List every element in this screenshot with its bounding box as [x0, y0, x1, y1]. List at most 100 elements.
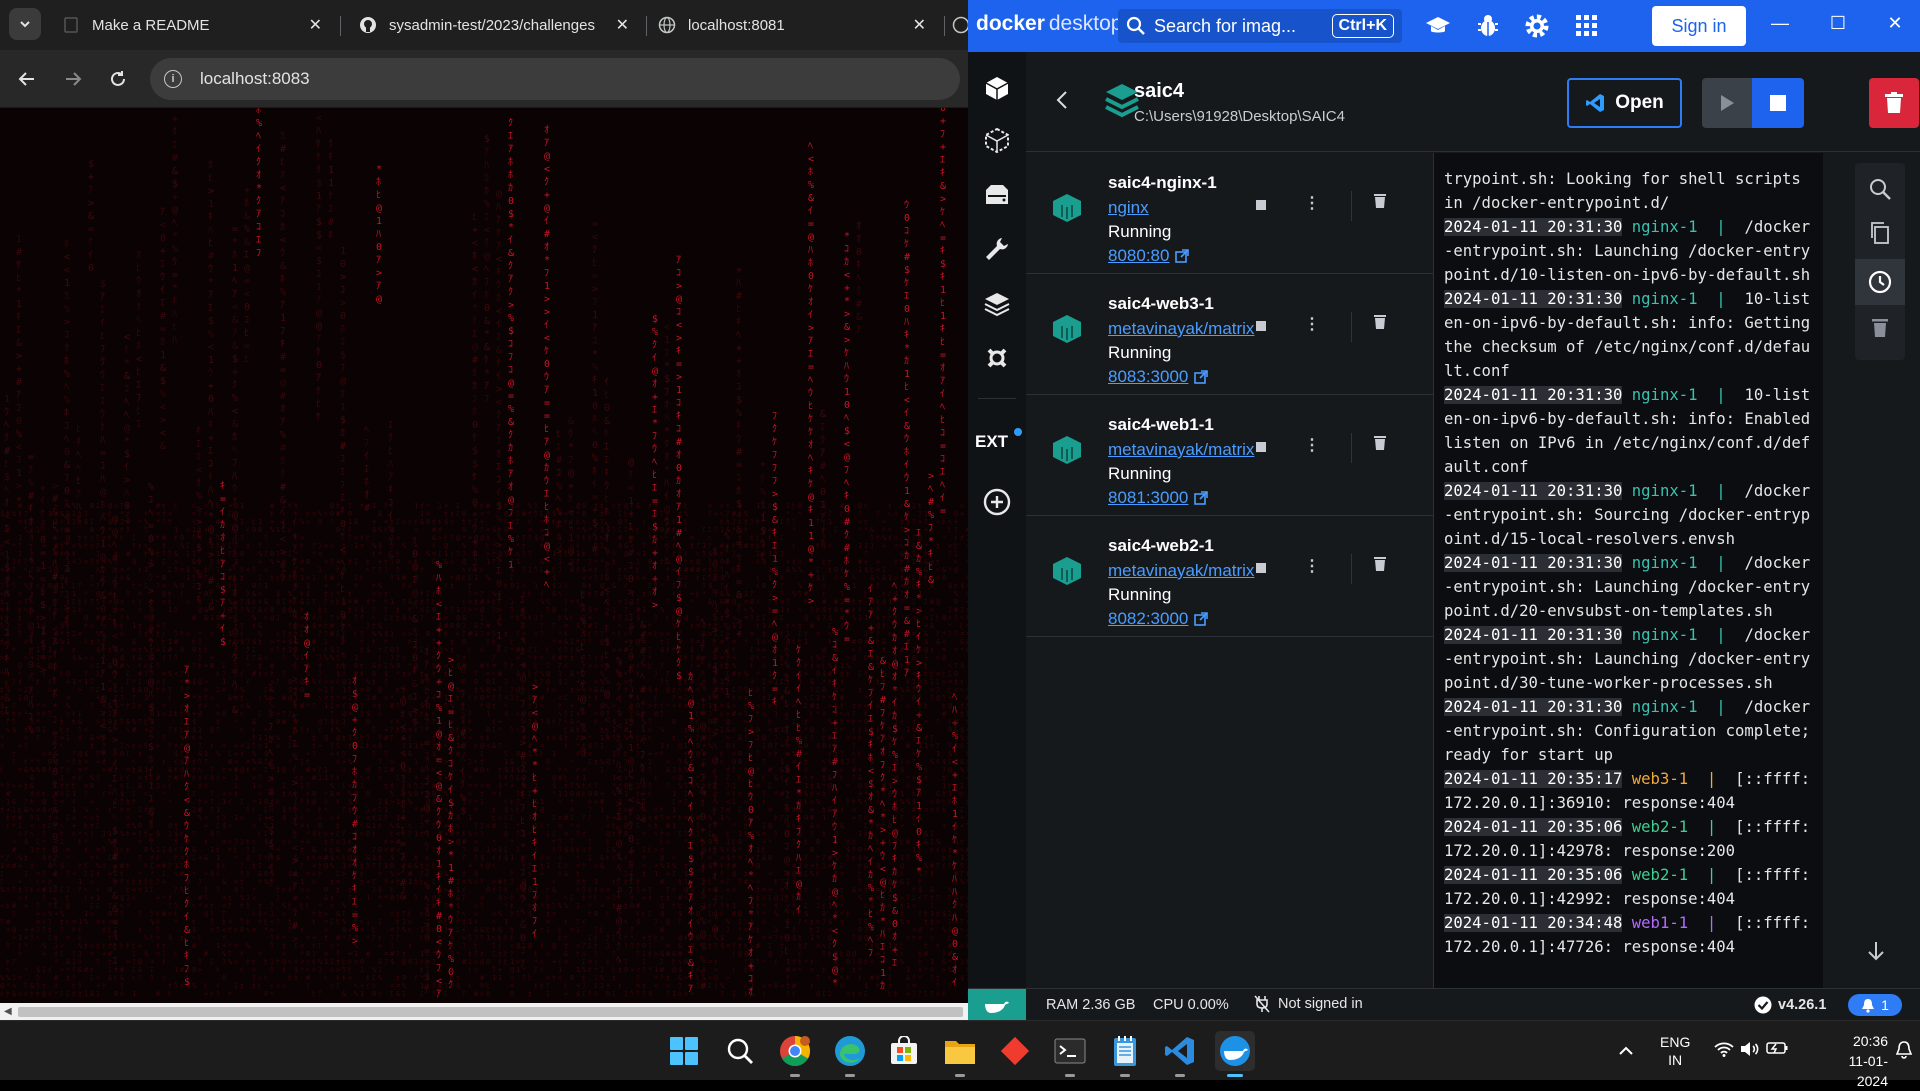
- matrix-glyph: ﾍ: [408, 518, 412, 526]
- matrix-glyph: ﾌ: [396, 950, 400, 958]
- matrix-glyph: ﾍ: [76, 450, 81, 461]
- matrix-glyph: <: [204, 502, 208, 510]
- matrix-glyph: 0: [48, 758, 52, 766]
- matrix-glyph: 0: [456, 622, 460, 630]
- matrix-glyph: ｴ: [540, 510, 544, 518]
- matrix-glyph: ｸ: [198, 958, 202, 966]
- matrix-glyph: 0: [462, 510, 466, 518]
- matrix-glyph: ｱ: [240, 598, 244, 606]
- matrix-glyph: ｲ: [186, 782, 190, 790]
- matrix-glyph: ｺ: [390, 630, 394, 638]
- matrix-glyph: +: [444, 502, 448, 510]
- matrix-glyph: ｸ: [222, 558, 226, 566]
- matrix-glyph: ｱ: [114, 694, 118, 702]
- matrix-glyph: ｸ: [246, 870, 250, 878]
- matrix-glyph: >: [330, 678, 334, 686]
- matrix-glyph: ｶ: [342, 734, 346, 742]
- matrix-glyph: ｺ: [96, 990, 100, 998]
- matrix-glyph: 0: [90, 782, 94, 790]
- matrix-glyph: ｲ: [258, 694, 262, 702]
- matrix-glyph: ﾋ: [808, 400, 813, 412]
- matrix-glyph: ｶ: [522, 750, 526, 758]
- tab-close-button[interactable]: ✕: [913, 15, 926, 35]
- matrix-glyph: ｷ: [288, 502, 292, 510]
- matrix-glyph: $: [664, 374, 670, 385]
- matrix-glyph: 1: [516, 558, 520, 566]
- matrix-glyph: 1: [486, 558, 490, 566]
- tab-search-button[interactable]: [9, 8, 41, 40]
- matrix-glyph: ｶ: [402, 686, 406, 694]
- matrix-glyph: ﾋ: [198, 934, 202, 942]
- matrix-glyph: ｱ: [90, 598, 94, 606]
- matrix-glyph: +: [522, 638, 526, 646]
- matrix-glyph: ｶ: [354, 782, 358, 790]
- matrix-glyph: ﾊ: [204, 510, 208, 518]
- matrix-glyph: ｱ: [528, 646, 532, 654]
- matrix-glyph: ｴ: [472, 329, 477, 340]
- matrix-glyph: ｹ: [156, 550, 160, 558]
- matrix-glyph: ｶ: [288, 630, 292, 638]
- matrix-glyph: ﾌ: [186, 790, 190, 798]
- site-info-icon[interactable]: i: [164, 70, 182, 88]
- matrix-glyph: $: [390, 854, 394, 862]
- forward-button[interactable]: [58, 64, 88, 94]
- matrix-glyph: ﾊ: [18, 830, 22, 838]
- tab-close-button[interactable]: ✕: [616, 15, 629, 35]
- matrix-glyph: ｹ: [378, 894, 382, 902]
- matrix-glyph: 1: [544, 281, 550, 292]
- matrix-glyph: ｱ: [444, 606, 448, 614]
- matrix-glyph: ｸ: [384, 878, 388, 886]
- tab-localhost-8081[interactable]: localhost:8081 ✕: [648, 6, 936, 44]
- tab-github[interactable]: sysadmin-test/2023/challenges ✕: [349, 6, 639, 44]
- matrix-glyph: ｳ: [162, 622, 166, 630]
- matrix-glyph: ｹ: [48, 654, 52, 662]
- matrix-glyph: ｴ: [264, 766, 268, 774]
- matrix-glyph: ｳ: [12, 886, 16, 894]
- reload-button[interactable]: [103, 64, 133, 94]
- matrix-glyph: ｹ: [228, 638, 232, 646]
- matrix-glyph: >: [90, 942, 94, 950]
- matrix-glyph: ｷ: [510, 934, 514, 942]
- matrix-glyph: ｸ: [324, 598, 328, 606]
- matrix-glyph: $: [288, 686, 292, 694]
- matrix-glyph: >: [90, 910, 94, 918]
- matrix-glyph: ﾌ: [60, 926, 64, 934]
- matrix-glyph: 0: [90, 502, 94, 510]
- matrix-glyph: ﾊ: [480, 990, 484, 998]
- matrix-glyph: ｱ: [138, 854, 142, 862]
- matrix-glyph: >: [52, 481, 58, 492]
- matrix-glyph: 0: [462, 638, 466, 646]
- matrix-glyph: ｷ: [498, 854, 502, 862]
- matrix-glyph: ﾎ: [438, 630, 442, 638]
- matrix-glyph: ｳ: [616, 681, 621, 693]
- matrix-glyph: ｺ: [150, 686, 154, 694]
- matrix-glyph: =: [844, 634, 850, 645]
- address-bar[interactable]: i localhost:8083: [150, 58, 960, 100]
- matrix-glyph: $: [330, 854, 334, 862]
- matrix-glyph: ｸ: [66, 614, 70, 622]
- matrix-glyph: ｴ: [162, 558, 166, 566]
- matrix-glyph: $: [504, 854, 508, 862]
- matrix-glyph: ｶ: [232, 431, 237, 443]
- matrix-glyph: ｸ: [384, 678, 388, 686]
- matrix-glyph: >: [544, 307, 550, 318]
- matrix-glyph: ﾊ: [408, 638, 412, 646]
- matrix-glyph: $: [330, 646, 334, 654]
- matrix-glyph: ｸ: [210, 558, 214, 566]
- matrix-glyph: ﾍ: [592, 427, 597, 438]
- tab-readme[interactable]: Make a README ✕: [52, 6, 332, 44]
- matrix-glyph: ﾍ: [306, 894, 310, 902]
- matrix-glyph: ｵ: [126, 822, 130, 830]
- matrix-glyph: <: [628, 483, 634, 494]
- matrix-glyph: ﾊ: [276, 798, 280, 806]
- matrix-glyph: ﾊ: [408, 582, 412, 590]
- matrix-glyph: ｸ: [856, 285, 861, 297]
- matrix-glyph: $: [192, 726, 196, 734]
- matrix-glyph: ｹ: [432, 654, 436, 662]
- matrix-glyph: ｹ: [496, 227, 501, 239]
- matrix-glyph: ｷ: [312, 958, 316, 966]
- back-button[interactable]: [12, 64, 42, 94]
- tab-close-button[interactable]: ✕: [309, 15, 322, 35]
- matrix-glyph: ﾋ: [546, 894, 550, 902]
- matrix-glyph: <: [222, 926, 226, 934]
